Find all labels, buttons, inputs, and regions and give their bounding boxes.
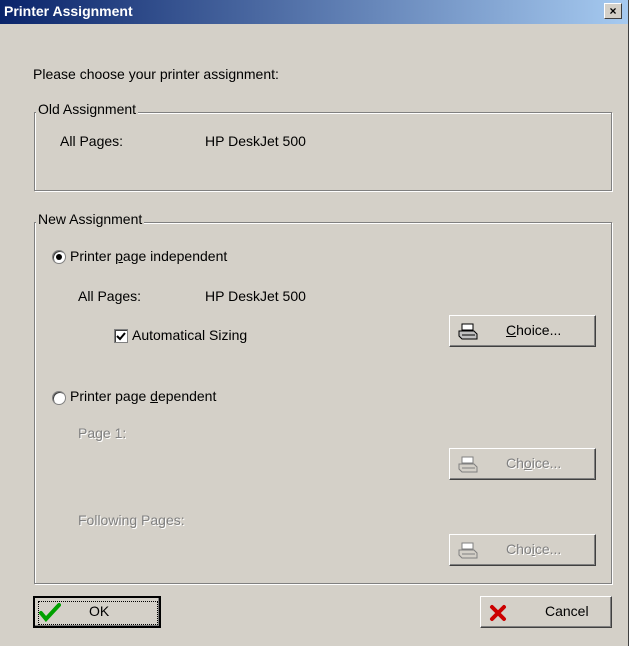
choice-label: Choice... xyxy=(506,541,562,557)
checkbox-indicator[interactable] xyxy=(114,329,128,343)
old-all-pages-label: All Pages: xyxy=(60,133,124,149)
old-all-pages-value: HP DeskJet 500 xyxy=(205,133,306,149)
prompt-text: Please choose your printer assignment: xyxy=(33,66,279,82)
close-button[interactable]: × xyxy=(604,3,622,19)
choice-label: Choice... xyxy=(506,455,562,471)
radio-page-dependent-label[interactable]: Printer page dependent xyxy=(70,388,216,404)
automatical-sizing-label: Automatical Sizing xyxy=(132,327,248,343)
dialog-title: Printer Assignment xyxy=(4,3,133,19)
choice-button-page1[interactable]: Choice... xyxy=(449,448,596,480)
page1-label: Page 1: xyxy=(78,425,127,441)
printer-assignment-dialog: Printer Assignment × Please choose your … xyxy=(0,0,629,646)
x-icon xyxy=(490,605,506,621)
ok-button[interactable]: OK xyxy=(33,596,161,628)
following-pages-label: Following Pages: xyxy=(78,512,185,528)
new-assignment-legend: New Assignment xyxy=(36,211,145,227)
checkmark-icon xyxy=(39,603,61,622)
ok-label: OK xyxy=(89,603,110,619)
close-icon: × xyxy=(609,4,617,18)
choice-button-following[interactable]: Choice... xyxy=(449,534,596,566)
radio-indicator[interactable] xyxy=(52,391,66,405)
choice-label: Choice... xyxy=(506,322,562,338)
old-assignment-group xyxy=(34,112,612,191)
new-all-pages-label: All Pages: xyxy=(78,288,142,304)
choice-button-all-pages[interactable]: Choice... xyxy=(449,315,596,347)
cancel-label: Cancel xyxy=(545,603,589,619)
checkmark-icon xyxy=(116,332,126,341)
printer-icon xyxy=(458,542,478,559)
cancel-button[interactable]: Cancel xyxy=(480,596,612,628)
title-bar: Printer Assignment × xyxy=(0,0,628,24)
printer-icon xyxy=(458,323,478,340)
new-all-pages-value: HP DeskJet 500 xyxy=(205,288,306,304)
radio-indicator[interactable] xyxy=(52,250,66,264)
radio-page-independent-label[interactable]: Printer page independent xyxy=(70,248,227,264)
printer-icon xyxy=(458,456,478,473)
old-assignment-legend: Old Assignment xyxy=(36,101,139,117)
